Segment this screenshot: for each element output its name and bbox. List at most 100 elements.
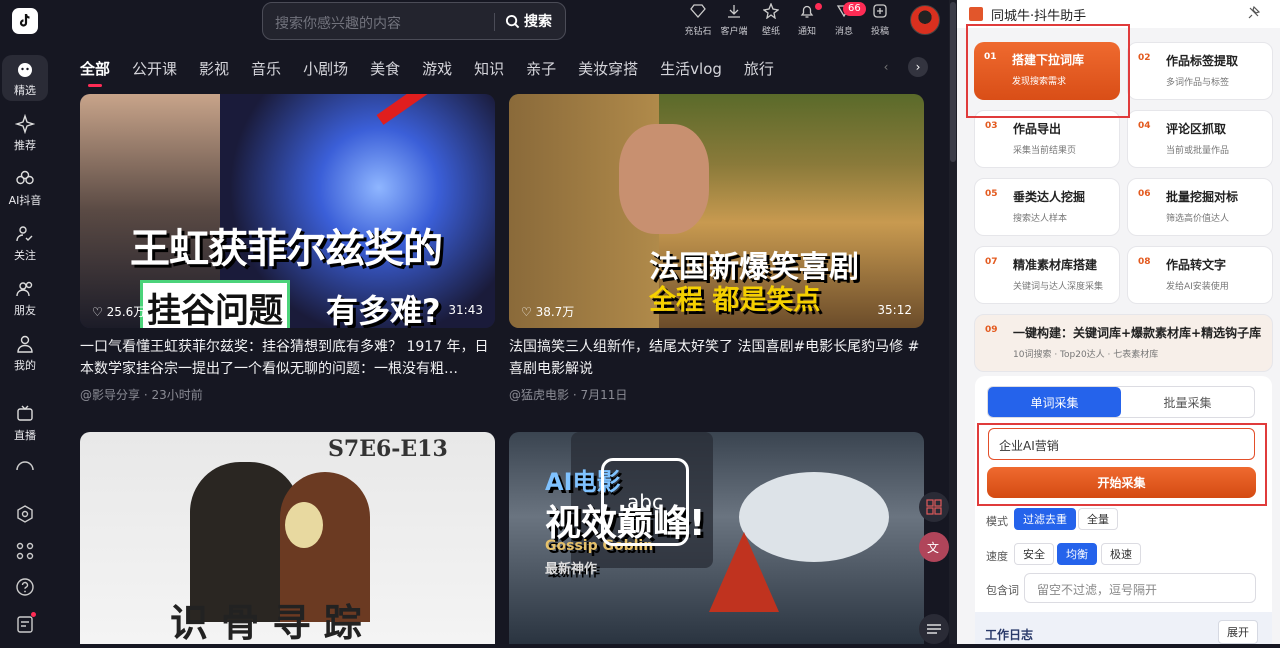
feature-card-03[interactable]: 03 作品导出 采集当前结果页	[974, 110, 1120, 168]
tab-theater[interactable]: 小剧场	[303, 58, 348, 80]
scrollbar[interactable]	[949, 0, 957, 644]
include-words-input[interactable]: 留空不过滤，逗号隔开	[1024, 573, 1256, 603]
feedback-icon[interactable]	[15, 614, 35, 634]
mode-full-option[interactable]: 全量	[1078, 508, 1118, 530]
download-icon	[728, 5, 740, 18]
feature-card-09[interactable]: 09 一键构建：关键词库+爆款素材库+精选钩子库 10词搜索 · Top20达人…	[974, 314, 1273, 372]
float-list-button[interactable]	[919, 614, 949, 644]
highlight-box	[977, 423, 1267, 506]
tab-course[interactable]: 公开课	[132, 58, 177, 80]
nav-item-live[interactable]: 直播	[2, 400, 48, 446]
feature-title: 精准素材库搭建	[1013, 258, 1098, 272]
single-collect-tab[interactable]: 单词采集	[988, 387, 1121, 417]
creature-figure	[739, 472, 889, 562]
sparkle-icon	[15, 113, 35, 134]
feature-title: 一键构建：关键词库+爆款素材库+精选钩子库	[1013, 326, 1262, 340]
feature-title: 垂类达人挖掘	[1013, 190, 1086, 204]
tab-parenting[interactable]: 亲子	[526, 58, 556, 80]
scrollbar-thumb[interactable]	[950, 2, 956, 162]
help-icon[interactable]	[15, 577, 35, 597]
feature-title: 评论区抓取	[1166, 122, 1227, 136]
tabs-next-button[interactable]: ›	[908, 57, 928, 77]
feature-card-08[interactable]: 08 作品转文字 发给AI安装使用	[1127, 246, 1273, 304]
toolbar-label: 消息	[834, 27, 853, 37]
feature-num: 03	[985, 121, 998, 131]
feature-sub: 发给AI安装使用	[1166, 282, 1229, 292]
nav-label: AI抖音	[8, 193, 42, 207]
nav-item-recommend[interactable]: 推荐	[2, 110, 48, 156]
feature-card-07[interactable]: 07 精准素材库搭建 关键词与达人深度采集	[974, 246, 1120, 304]
douyin-logo-icon[interactable]	[12, 8, 38, 34]
toolbar-label: 通知	[797, 27, 816, 37]
tab-beauty[interactable]: 美妆穿搭	[578, 58, 638, 80]
tab-vlog[interactable]: 生活vlog	[660, 58, 722, 80]
speed-safe-option[interactable]: 安全	[1014, 543, 1054, 565]
feature-title: 批量挖掘对标	[1166, 190, 1239, 204]
nav-item-follow[interactable]: 关注	[2, 220, 48, 266]
video-thumbnail[interactable]: 法国新爆笑喜剧 全程 都是笑点 ♡ 38.7万 35:12	[509, 94, 924, 328]
nav-item-ai[interactable]: AI抖音	[2, 165, 48, 211]
man-figure	[619, 124, 709, 234]
tabs-prev-button[interactable]: ‹	[876, 57, 896, 77]
avatar[interactable]	[910, 5, 940, 35]
search-button-label: 搜索	[524, 14, 552, 30]
search-button[interactable]: 搜索	[505, 11, 552, 31]
nav-item-friends[interactable]: 朋友	[2, 275, 48, 321]
video-thumbnail[interactable]: 王虹获菲尔兹奖的 挂谷问题 有多难? ♡ 25.6万 31:43	[80, 94, 495, 328]
float-grid-button[interactable]	[919, 492, 949, 522]
float-translate-button[interactable]: 文	[919, 532, 949, 562]
speed-fast-option[interactable]: 极速	[1101, 543, 1141, 565]
search-input[interactable]: 搜索你感兴趣的内容	[275, 13, 401, 33]
feature-card-06[interactable]: 06 批量挖掘对标 筛选高价值达人	[1127, 178, 1273, 236]
video-title[interactable]: 一口气看懂王虹获菲尔兹奖：挂谷猜想到底有多难？ 1917 年，日本数学家挂谷宗一…	[80, 336, 495, 380]
nav-label: 关注	[14, 248, 36, 262]
author[interactable]: @猛虎电影	[509, 388, 569, 402]
toolbar-client[interactable]: 客户端	[714, 3, 754, 41]
nav-label: 我的	[14, 358, 36, 372]
include-label: 包含词	[986, 584, 1019, 597]
left-nav: 精选 推荐 AI抖音 关注 朋友 我的 直播	[0, 0, 50, 644]
batch-collect-tab[interactable]: 批量采集	[1121, 387, 1254, 417]
pin-icon[interactable]	[1246, 6, 1260, 20]
gauge-icon[interactable]	[15, 458, 35, 470]
overlay-subtitle: 最新神作	[545, 562, 598, 577]
flower-icon	[16, 170, 34, 184]
log-expand-button[interactable]: 展开	[1218, 620, 1258, 644]
video-thumbnail[interactable]: S7E6-E13 识 骨 寻 踪	[80, 432, 495, 644]
feature-card-05[interactable]: 05 垂类达人挖掘 搜索达人样本	[974, 178, 1120, 236]
feature-num: 02	[1138, 53, 1151, 63]
video-card[interactable]: S7E6-E13 识 骨 寻 踪	[80, 432, 495, 644]
toolbar-wallpaper[interactable]: 壁纸	[751, 3, 791, 41]
toolbar-upload[interactable]: 投稿	[860, 3, 900, 41]
speed-balanced-option[interactable]: 均衡	[1057, 543, 1097, 565]
tab-film[interactable]: 影视	[199, 58, 229, 80]
video-title[interactable]: 法国搞笑三人组新作，结尾太好笑了 法国喜剧#电影长尾豹马修 #喜剧电影解说	[509, 336, 924, 380]
upload-icon	[873, 4, 887, 18]
toolbar-diamond[interactable]: 充钻石	[678, 3, 718, 41]
feature-card-04[interactable]: 04 评论区抓取 当前或批量作品	[1127, 110, 1273, 168]
feature-card-02[interactable]: 02 作品标签提取 多词作品与标签	[1127, 42, 1273, 100]
mode-dedup-option[interactable]: 过滤去重	[1014, 508, 1076, 530]
tab-music[interactable]: 音乐	[251, 58, 281, 80]
settings-icon[interactable]	[15, 504, 35, 524]
apps-icon[interactable]	[15, 541, 35, 561]
video-card[interactable]: 王虹获菲尔兹奖的 挂谷问题 有多难? ♡ 25.6万 31:43	[80, 94, 495, 328]
video-card[interactable]: AI电影 视效巅峰! Gossip Goblin 最新神作 abc	[509, 432, 924, 644]
search-bar[interactable]: 搜索你感兴趣的内容 搜索	[262, 2, 566, 40]
duration: 35:12	[877, 303, 912, 317]
tab-travel[interactable]: 旅行	[744, 58, 774, 80]
author[interactable]: @影导分享	[80, 388, 140, 402]
tab-game[interactable]: 游戏	[422, 58, 452, 80]
nav-item-me[interactable]: 我的	[2, 330, 48, 376]
category-tabs: 全部 公开课 影视 音乐 小剧场 美食 游戏 知识 亲子 美妆穿搭 生活vlog…	[80, 58, 796, 87]
video-card[interactable]: 法国新爆笑喜剧 全程 都是笑点 ♡ 38.7万 35:12	[509, 94, 924, 328]
video-thumbnail[interactable]: AI电影 视效巅峰! Gossip Goblin 最新神作 abc	[509, 432, 924, 644]
feature-title: 作品导出	[1013, 122, 1062, 136]
tab-knowledge[interactable]: 知识	[474, 58, 504, 80]
feature-sub: 筛选高价值达人	[1166, 214, 1230, 224]
tab-food[interactable]: 美食	[370, 58, 400, 80]
nav-item-featured[interactable]: 精选	[2, 55, 48, 101]
feature-num: 07	[985, 257, 998, 267]
tab-all[interactable]: 全部	[80, 58, 110, 87]
skull-prop	[285, 502, 323, 548]
